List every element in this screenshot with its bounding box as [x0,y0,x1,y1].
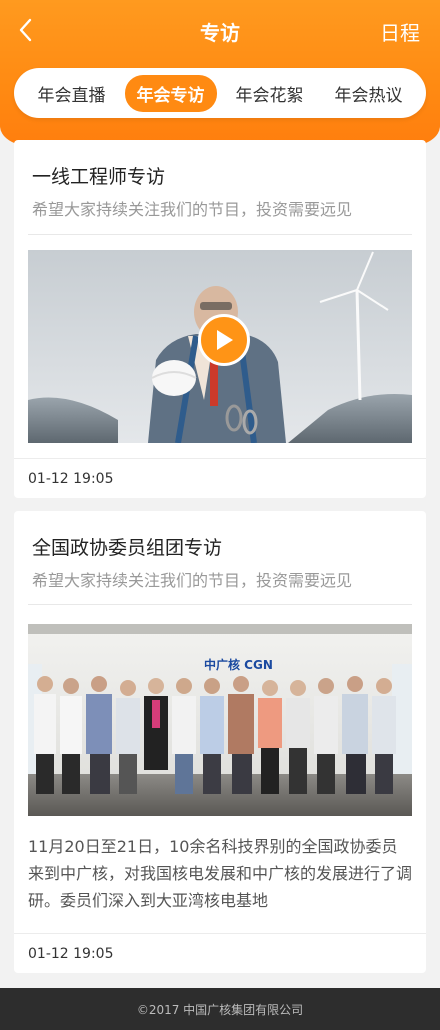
tab-highlights[interactable]: 年会花絮 [224,75,316,112]
divider [28,234,412,235]
schedule-link[interactable]: 日程 [380,17,420,46]
copyright-text: ©2017 中国广核集团有限公司 [136,1002,304,1017]
photo-sign-logo: 中广核 CGN [204,658,273,672]
footer: ©2017 中国广核集团有限公司 [0,988,440,1030]
tab-discussion[interactable]: 年会热议 [323,75,415,112]
divider [28,604,412,605]
top-bar: 专访 日程 [0,0,440,62]
article-card[interactable]: 一线工程师专访 希望大家持续关注我们的节目，投资需要远见 01-12 19:05 [14,140,426,498]
card-description: 11月20日至21日，10余名科技界别的全国政协委员来到中广核，对我国核电发展和… [28,837,413,910]
card-title: 全国政协委员组团专访 [32,537,223,559]
tab-live[interactable]: 年会直播 [26,75,118,112]
article-card[interactable]: 全国政协委员组团专访 希望大家持续关注我们的节目，投资需要远见 中广核 CGN … [14,511,426,973]
timestamp: 01-12 19:05 [14,933,426,973]
page-title: 专访 [200,21,240,45]
card-subtitle: 希望大家持续关注我们的节目，投资需要远见 [32,571,353,590]
tab-bar: 年会直播 年会专访 年会花絮 年会热议 [14,68,426,118]
video-thumbnail[interactable] [28,250,412,443]
group-photo[interactable]: 中广核 CGN [28,624,412,816]
play-button[interactable] [198,314,250,366]
timestamp: 01-12 19:05 [14,458,426,498]
card-title: 一线工程师专访 [32,166,166,188]
tab-interview[interactable]: 年会专访 [124,74,217,112]
card-subtitle: 希望大家持续关注我们的节目，投资需要远见 [32,200,353,219]
delegation-photo [28,624,412,816]
play-icon [217,330,233,350]
